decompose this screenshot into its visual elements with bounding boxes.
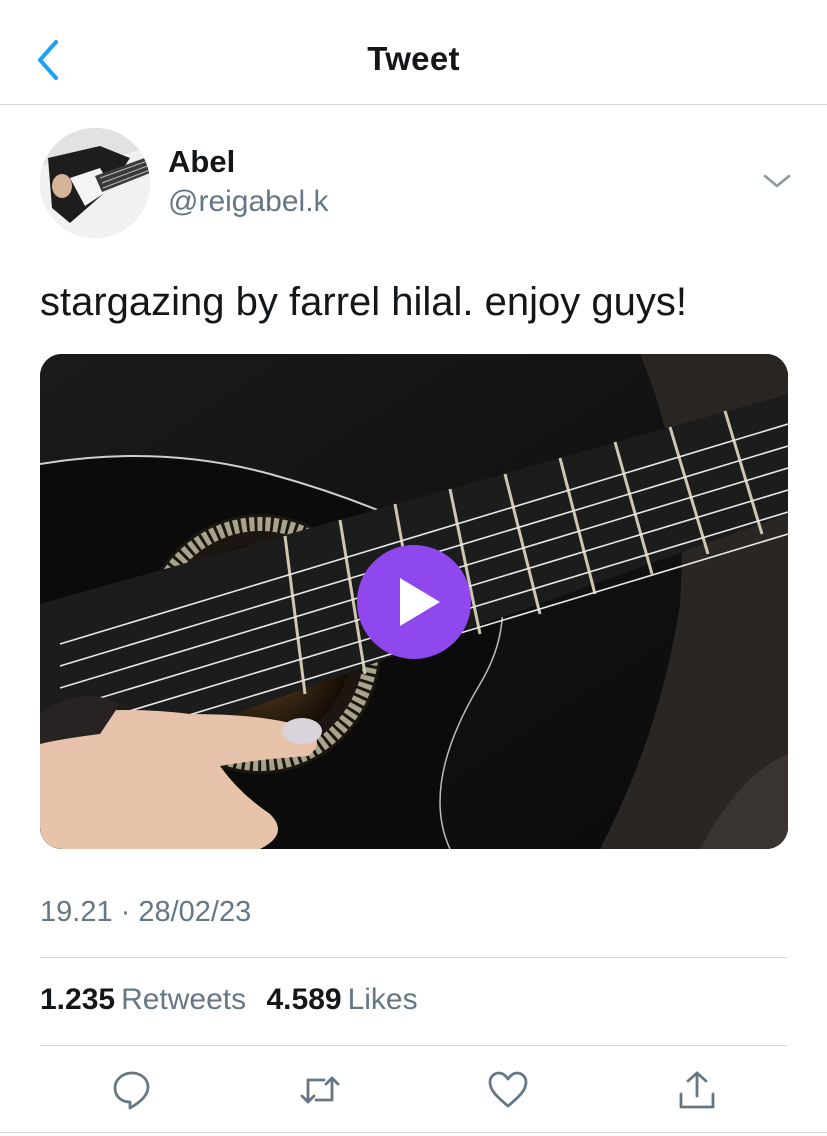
retweet-icon [300,1076,340,1104]
author-name[interactable]: Abel [168,144,235,180]
retweets-count: 1.235 [40,983,116,1016]
divider [40,1045,787,1046]
divider [40,957,787,958]
heart-icon [488,1071,528,1108]
tweet-timestamp[interactable]: 19.21 · 28/02/23 [40,896,251,929]
play-button[interactable] [357,545,471,659]
reply-button[interactable] [110,1068,154,1112]
nav-bar: Tweet [0,0,827,105]
tweet-text: stargazing by farrel hilal. enjoy guys! [40,280,687,324]
likes-stat[interactable]: 4.589 Likes [266,983,429,1016]
avatar[interactable] [40,128,150,238]
page-title: Tweet [367,40,460,77]
play-icon [400,578,440,626]
comment-icon [113,1071,150,1110]
more-options-button[interactable] [760,170,794,192]
like-button[interactable] [486,1068,530,1112]
likes-count: 4.589 [266,983,342,1016]
share-icon [679,1071,715,1109]
retweets-label: Retweets [121,983,247,1016]
divider [0,1132,827,1133]
chevron-down-icon [763,174,791,188]
retweet-button[interactable] [298,1068,342,1112]
share-button[interactable] [675,1068,719,1112]
likes-label: Likes [347,983,418,1016]
engagement-stats: 1.235 Retweets 4.589 Likes [40,983,430,1017]
retweets-stat[interactable]: 1.235 Retweets [40,983,266,1016]
author-handle[interactable]: @reigabel.k [168,185,329,219]
